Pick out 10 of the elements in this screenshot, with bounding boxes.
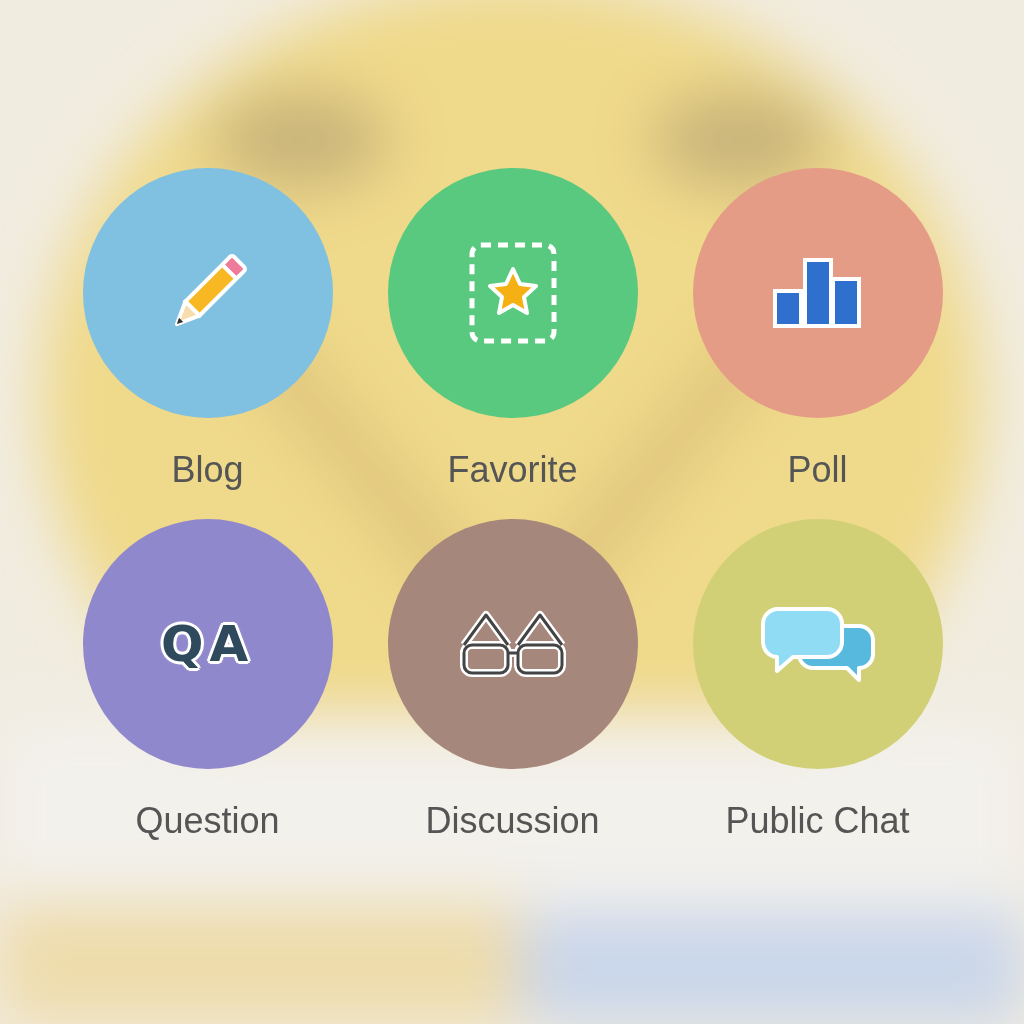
option-label: Discussion — [425, 799, 600, 843]
option-label: Favorite — [447, 448, 578, 492]
option-label: Blog — [171, 448, 244, 492]
option-label: Poll — [787, 448, 848, 492]
option-label: Question — [135, 799, 280, 843]
chat-bubbles-icon — [760, 606, 875, 683]
bar-chart-icon — [771, 257, 864, 329]
option-label: Public Chat — [725, 799, 910, 843]
qa-icon: QA — [160, 606, 255, 682]
glasses-icon — [457, 609, 568, 680]
